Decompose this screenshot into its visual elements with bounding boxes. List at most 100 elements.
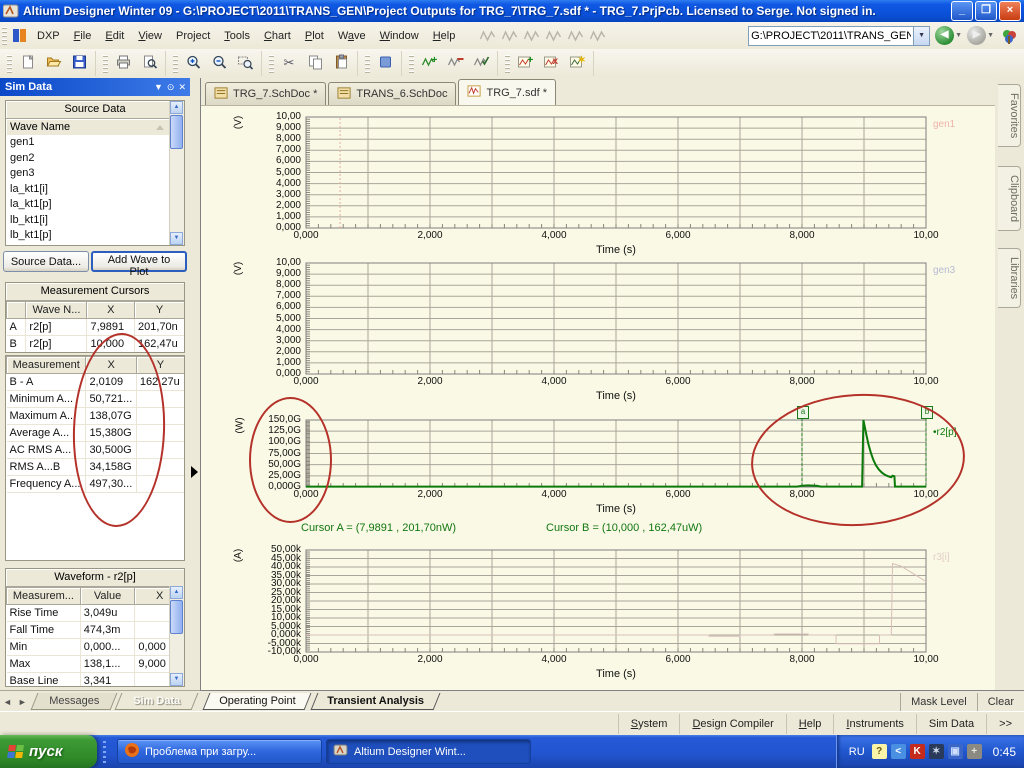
forward-dropdown-icon[interactable]: ▼ [987,32,994,39]
plot-canvas-gen3[interactable] [306,263,926,374]
status-item--[interactable]: >> [986,714,1024,734]
toolbar-grip[interactable] [2,27,7,45]
next-valley-icon[interactable] [476,25,498,46]
scroll-up-icon[interactable]: ▲ [170,586,183,599]
menu-chart[interactable]: Chart [257,26,298,46]
column-header[interactable]: Measurement [7,357,86,374]
legend-gen3[interactable]: gen3 [933,265,955,276]
task-button-firefox-icon[interactable]: Проблема при загру... [117,739,322,764]
plot-canvas-r3i[interactable] [306,550,926,652]
menu-wave[interactable]: Wave [331,26,373,46]
column-header[interactable]: Y [135,302,185,319]
wave-list-item[interactable]: la_kt1[i] [6,182,170,198]
toolbar-grip[interactable] [7,55,12,73]
back-dropdown-icon[interactable]: ▼ [955,32,962,39]
toolbar-grip[interactable] [269,55,274,73]
toolbar-grip[interactable] [103,55,108,73]
minimize-button[interactable]: _ [951,1,973,21]
column-header[interactable]: Y [136,357,184,374]
copy-button[interactable] [302,51,328,76]
paste-button[interactable] [328,51,354,76]
table-row[interactable]: Br2[p]10,000162,47u [7,336,185,353]
next-peak-icon[interactable] [498,25,520,46]
legend-r3i[interactable]: r3[i] [933,552,950,563]
cursor-flag-b[interactable]: b [921,406,933,419]
cut-button[interactable]: ✂ [276,51,302,76]
zoom-sel-button[interactable] [232,51,258,76]
language-indicator[interactable]: RU [849,746,865,758]
chart-new-button[interactable]: + [512,51,538,76]
quick-launch-grip[interactable] [101,741,109,763]
column-header[interactable]: Measurem... [7,588,81,605]
wave-list-item[interactable]: lb_kt1[p] [6,228,170,244]
panel-splitter[interactable] [190,78,200,690]
doc-tab-trg-7-schdoc-[interactable]: TRG_7.SchDoc * [205,82,326,105]
fit-button[interactable] [372,51,398,76]
doc-tab-trans-6-schdoc[interactable]: TRANS_6.SchDoc [328,82,456,105]
toolbar-grip[interactable] [409,55,414,73]
source-data-button[interactable]: Source Data... [3,251,89,272]
save-button[interactable] [66,51,92,76]
restore-button[interactable]: ❐ [975,1,997,21]
plot-canvas-gen1[interactable] [306,117,926,228]
new-button[interactable] [14,51,40,76]
toolbar-grip[interactable] [505,55,510,73]
sheet-tab-transient-analysis[interactable]: Transient Analysis [311,693,441,710]
rising-edge-icon[interactable] [520,25,542,46]
collapse-icon[interactable]: < [891,744,906,759]
wave-list-item[interactable]: gen2 [6,151,170,167]
scroll-up-icon[interactable]: ▲ [170,101,183,114]
table-row[interactable]: Base Line3,341 [7,673,185,688]
wave-list-item[interactable]: gen1 [6,135,170,151]
table-row[interactable]: RMS A...B34,158G [7,459,185,476]
doc-tab-trg-7-sdf-[interactable]: TRG_7.sdf * [458,79,556,105]
menu-window[interactable]: Window [373,26,426,46]
table-row[interactable]: Min0,000...0,000 s [7,639,185,656]
panel-tab-messages[interactable]: Messages [30,693,117,710]
max-marker-icon[interactable] [586,25,608,46]
status-item-system[interactable]: System [618,714,680,734]
menu-help[interactable]: Help [426,26,463,46]
scroll-down-icon[interactable]: ▼ [170,232,183,245]
preview-button[interactable] [136,51,162,76]
network-icon[interactable]: ▣ [948,744,963,759]
toolbar-grip[interactable] [365,55,370,73]
add-wave-to-plot-button[interactable]: Add Wave to Plot [91,251,187,272]
sheet-tab-operating-point[interactable]: Operating Point [203,693,312,710]
clock[interactable]: 0:45 [993,745,1016,759]
table-row[interactable]: Max138,1...9,000 s [7,656,185,673]
panel-header[interactable]: Sim Data ▼ ⊙ ✕ [0,78,190,96]
plot-canvas-r2p[interactable]: ab [306,420,926,487]
forward-icon[interactable]: ▶ [967,26,986,45]
dxp-icon[interactable] [12,28,27,43]
panel-dropdown-icon[interactable]: ▼ [154,82,163,93]
table-row[interactable]: AC RMS A...30,500G [7,442,185,459]
status-item-sim-data[interactable]: Sim Data [916,714,986,734]
help-icon[interactable]: ? [872,744,887,759]
column-header[interactable]: Value [80,588,135,605]
table-row[interactable]: B - A2,0109162,27u [7,374,185,391]
table-row[interactable]: Ar2[p]7,9891201,70n [7,319,185,336]
wave-add-button[interactable]: + [416,51,442,76]
menu-edit[interactable]: Edit [98,26,131,46]
back-icon[interactable]: ◀ [935,26,954,45]
panel-close-icon[interactable]: ✕ [178,82,186,93]
wave-ok-button[interactable] [468,51,494,76]
toolbar-grip[interactable] [173,55,178,73]
scroll-thumb[interactable] [170,115,183,149]
tab-scroll-right-icon[interactable]: ► [18,697,27,707]
source-data-header[interactable]: Source Data [6,101,184,119]
table-row[interactable]: Fall Time474,3m [7,622,185,639]
panel-expand-arrow-icon[interactable] [191,466,198,478]
panel-tab-sim-data[interactable]: Sim Data [115,693,199,710]
wave-list-item[interactable]: gen3 [6,166,170,182]
legend-r2p[interactable]: •r2[p] [933,427,957,438]
wave-list-item[interactable]: lb_kt1[i] [6,213,170,229]
table-row[interactable]: Minimum A...50,721... [7,391,185,408]
menu-file[interactable]: File [67,26,99,46]
mask-level-button[interactable]: Mask Level [900,693,977,711]
chart-star-button[interactable]: ✶ [564,51,590,76]
start-button[interactable]: пуск [0,735,97,768]
min-marker-icon[interactable] [564,25,586,46]
column-header[interactable] [7,302,26,319]
